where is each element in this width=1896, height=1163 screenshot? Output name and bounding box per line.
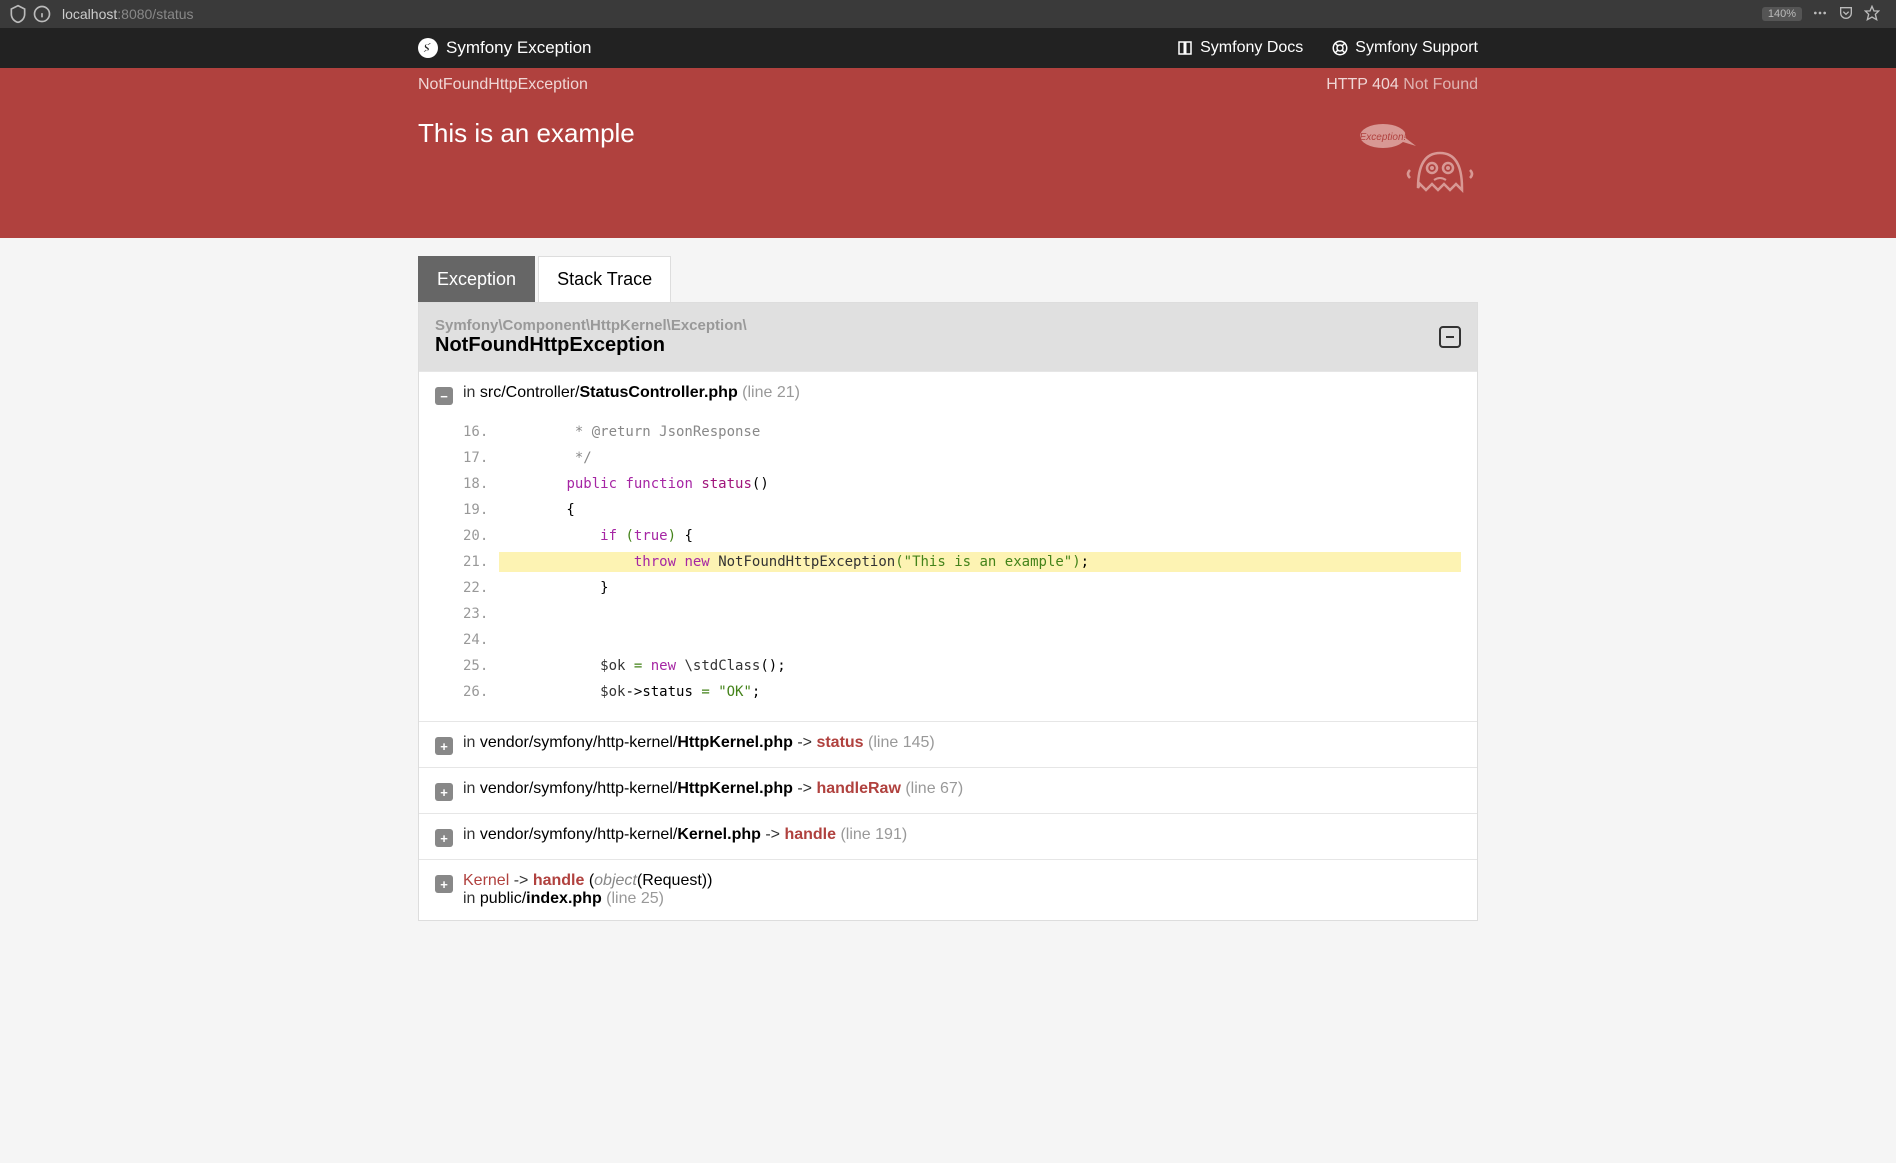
- ghost-icon: Exception!: [1348, 118, 1478, 198]
- line-number: 24.: [463, 632, 499, 648]
- line-number: 17.: [463, 450, 499, 466]
- trace-frame-3: + in vendor/symfony/http-kernel/Kernel.p…: [419, 813, 1477, 859]
- code-line: */: [499, 450, 592, 466]
- http-text: Not Found: [1403, 76, 1478, 93]
- frame-line: (line 21): [738, 384, 800, 401]
- expand-frame-icon[interactable]: +: [435, 875, 453, 893]
- frame-path: vendor/symfony/http-kernel/: [480, 826, 677, 843]
- trace-header[interactable]: Symfony\Component\HttpKernel\Exception\ …: [419, 303, 1477, 371]
- trace-namespace: Symfony\Component\HttpKernel\Exception\: [435, 317, 747, 334]
- frame-in: in: [463, 826, 480, 843]
- code-line: }: [499, 578, 1461, 598]
- frame-line: (line 25): [602, 890, 664, 907]
- frame-method: handle: [533, 872, 585, 889]
- exception-class: NotFoundHttpException: [418, 76, 588, 94]
- frame-line: (line 67): [901, 780, 963, 797]
- zoom-level[interactable]: 140%: [1762, 7, 1802, 21]
- frame-in: in: [463, 734, 480, 751]
- frame-class: Kernel: [463, 872, 509, 889]
- shield-icon: [8, 4, 28, 24]
- info-icon[interactable]: [32, 4, 52, 24]
- trace-frame-1: + in vendor/symfony/http-kernel/HttpKern…: [419, 721, 1477, 767]
- frame-args-rest: (Request)): [637, 872, 713, 889]
- svg-text:Exception!: Exception!: [1360, 132, 1407, 143]
- frame-arrow: ->: [761, 826, 785, 843]
- code-line-highlighted: throw new NotFoundHttpException("This is…: [499, 552, 1461, 572]
- code-line: [499, 612, 1461, 616]
- header-title: Symfony Exception: [446, 38, 592, 58]
- star-icon[interactable]: [1864, 5, 1880, 24]
- trace-frame-2: + in vendor/symfony/http-kernel/HttpKern…: [419, 767, 1477, 813]
- frame-method: handleRaw: [816, 780, 900, 797]
- expand-frame-icon[interactable]: +: [435, 783, 453, 801]
- code-line: if (true) {: [499, 526, 1461, 546]
- trace-frame-4: + Kernel -> handle (object(Request)) in …: [419, 859, 1477, 920]
- frame-args: (: [584, 872, 594, 889]
- pocket-icon[interactable]: [1838, 5, 1854, 24]
- tab-exception[interactable]: Exception: [418, 256, 535, 302]
- http-status: HTTP 404: [1326, 76, 1399, 93]
- support-link[interactable]: Symfony Support: [1331, 39, 1478, 57]
- frame-path: vendor/symfony/http-kernel/: [480, 734, 677, 751]
- line-number: 16.: [463, 424, 499, 440]
- collapse-icon[interactable]: [1439, 326, 1461, 348]
- frame-method: handle: [784, 826, 836, 843]
- frame-in: in: [463, 780, 480, 797]
- line-number: 22.: [463, 580, 499, 596]
- frame-line: (line 145): [864, 734, 935, 751]
- line-number: 25.: [463, 658, 499, 674]
- expand-frame-icon[interactable]: +: [435, 829, 453, 847]
- frame-arrow: ->: [793, 780, 817, 797]
- more-icon[interactable]: [1812, 5, 1828, 24]
- frame-path: src/Controller/: [480, 384, 580, 401]
- frame-in: in: [463, 890, 480, 907]
- trace-class: NotFoundHttpException: [435, 334, 747, 357]
- error-message: This is an example: [418, 118, 635, 149]
- browser-address-bar: localhost:8080/status 140%: [0, 0, 1896, 28]
- frame-file: Kernel.php: [677, 826, 761, 843]
- line-number: 23.: [463, 606, 499, 622]
- frame-arrow: ->: [509, 872, 533, 889]
- frame-in: in: [463, 384, 480, 401]
- code-line: {: [499, 500, 1461, 520]
- expand-frame-icon[interactable]: +: [435, 737, 453, 755]
- frame-file: index.php: [526, 890, 602, 907]
- frame-line: (line 191): [836, 826, 907, 843]
- tab-stack-trace[interactable]: Stack Trace: [538, 256, 671, 302]
- code-line: public function status(): [499, 474, 1461, 494]
- code-line: $ok = new \stdClass();: [499, 656, 1461, 676]
- url-host: localhost: [62, 6, 117, 22]
- frame-path: vendor/symfony/http-kernel/: [480, 780, 677, 797]
- symfony-header: Symfony Exception Symfony Docs Symfony S…: [0, 28, 1896, 68]
- frame-file: HttpKernel.php: [677, 734, 793, 751]
- line-number: 21.: [463, 554, 499, 570]
- collapse-frame-icon[interactable]: −: [435, 387, 453, 405]
- code-line: * @return JsonResponse: [499, 424, 760, 440]
- frame-obj: object: [594, 872, 637, 889]
- frame-arrow: ->: [793, 734, 817, 751]
- frame-path: public/: [480, 890, 526, 907]
- line-number: 26.: [463, 684, 499, 700]
- line-number: 20.: [463, 528, 499, 544]
- url-path: :8080/status: [117, 6, 193, 22]
- docs-link[interactable]: Symfony Docs: [1176, 39, 1303, 57]
- docs-label: Symfony Docs: [1200, 39, 1303, 57]
- code-line: $ok->status = "OK";: [499, 682, 1461, 702]
- trace-frame-0: − in src/Controller/StatusController.php…: [419, 371, 1477, 721]
- tabs: Exception Stack Trace: [418, 256, 1478, 302]
- code-line: [499, 638, 1461, 642]
- symfony-logo-icon: [418, 38, 438, 58]
- line-number: 18.: [463, 476, 499, 492]
- code-snippet: 16. * @return JsonResponse 17. */ 18. pu…: [463, 419, 1461, 705]
- url-input[interactable]: localhost:8080/status: [56, 4, 1762, 24]
- trace-panel: Symfony\Component\HttpKernel\Exception\ …: [418, 302, 1478, 921]
- support-label: Symfony Support: [1355, 39, 1478, 57]
- line-number: 19.: [463, 502, 499, 518]
- frame-file: HttpKernel.php: [677, 780, 793, 797]
- error-header: NotFoundHttpException HTTP 404 Not Found…: [0, 68, 1896, 238]
- frame-file: StatusController.php: [579, 384, 737, 401]
- frame-method: status: [816, 734, 863, 751]
